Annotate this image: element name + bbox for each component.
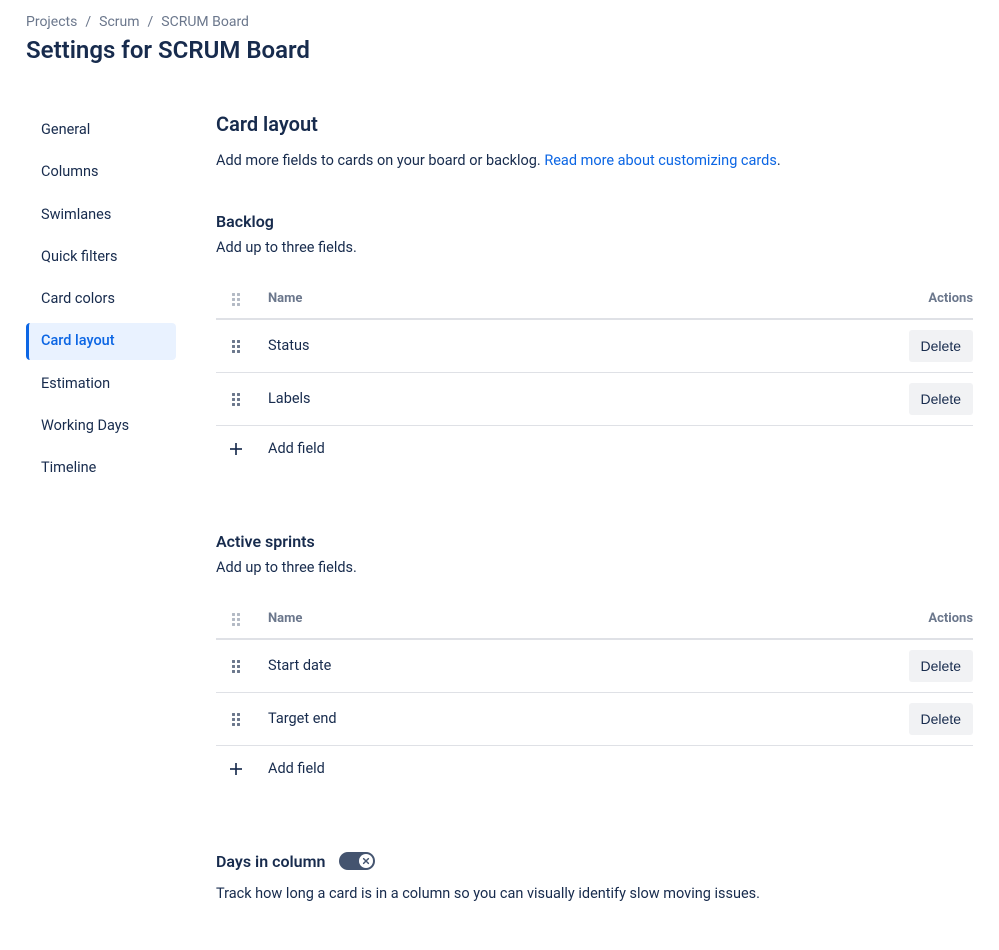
- sidebar-item-quick-filters[interactable]: Quick filters: [26, 239, 176, 275]
- intro-text-period: .: [777, 152, 781, 169]
- breadcrumb: Projects / Scrum / SCRUM Board: [26, 14, 973, 30]
- table-row: Status Delete: [216, 320, 973, 373]
- add-field-label: Add field: [256, 440, 325, 457]
- read-more-link[interactable]: Read more about customizing cards: [544, 152, 777, 169]
- section-heading-card-layout: Card layout: [216, 112, 973, 136]
- days-in-column-desc: Track how long a card is in a column so …: [216, 883, 973, 905]
- drag-handle-icon: [232, 713, 240, 725]
- active-sprints-desc: Add up to three fields.: [216, 559, 973, 576]
- breadcrumb-separator: /: [85, 14, 91, 30]
- sidebar-item-swimlanes[interactable]: Swimlanes: [26, 197, 176, 233]
- field-name: Labels: [256, 390, 883, 407]
- active-sprints-table: Name Actions Start date Delete: [216, 600, 973, 792]
- drag-handle-icon: [232, 393, 240, 405]
- toggle-knob-off-icon: [359, 854, 373, 868]
- delete-button[interactable]: Delete: [909, 330, 973, 362]
- field-name: Start date: [256, 657, 883, 674]
- backlog-section: Backlog Add up to three fields. Name Act…: [216, 212, 973, 472]
- delete-button[interactable]: Delete: [909, 383, 973, 415]
- active-sprints-section: Active sprints Add up to three fields. N…: [216, 532, 973, 792]
- breadcrumb-item-projects[interactable]: Projects: [26, 14, 77, 30]
- settings-sidebar: General Columns Swimlanes Quick filters …: [26, 112, 176, 905]
- sidebar-item-card-colors[interactable]: Card colors: [26, 281, 176, 317]
- field-name: Status: [256, 337, 883, 354]
- drag-handle[interactable]: [216, 393, 256, 405]
- field-name: Target end: [256, 710, 883, 727]
- drag-handle-header: [216, 613, 256, 625]
- intro-text: Add more fields to cards on your board o…: [216, 150, 973, 172]
- drag-handle[interactable]: [216, 340, 256, 352]
- breadcrumb-item-board[interactable]: SCRUM Board: [161, 14, 249, 30]
- sidebar-item-timeline[interactable]: Timeline: [26, 450, 176, 486]
- column-header-actions: Actions: [883, 291, 973, 306]
- breadcrumb-separator: /: [148, 14, 154, 30]
- backlog-heading: Backlog: [216, 212, 973, 231]
- drag-handle-icon: [232, 293, 240, 305]
- drag-handle-icon: [232, 660, 240, 672]
- active-sprints-heading: Active sprints: [216, 532, 973, 551]
- column-header-name: Name: [256, 291, 883, 306]
- drag-handle-icon: [232, 613, 240, 625]
- table-row: Labels Delete: [216, 373, 973, 426]
- plus-icon: [216, 760, 256, 778]
- sidebar-item-working-days[interactable]: Working Days: [26, 408, 176, 444]
- days-in-column-heading: Days in column: [216, 852, 325, 871]
- drag-handle[interactable]: [216, 713, 256, 725]
- table-header-row: Name Actions: [216, 280, 973, 320]
- column-header-actions: Actions: [883, 611, 973, 626]
- days-in-column-toggle[interactable]: [339, 852, 375, 870]
- table-row: Target end Delete: [216, 693, 973, 746]
- backlog-desc: Add up to three fields.: [216, 239, 973, 256]
- drag-handle[interactable]: [216, 660, 256, 672]
- plus-icon: [216, 440, 256, 458]
- delete-button[interactable]: Delete: [909, 703, 973, 735]
- sidebar-item-general[interactable]: General: [26, 112, 176, 148]
- column-header-name: Name: [256, 611, 883, 626]
- add-field-row[interactable]: Add field: [216, 746, 973, 792]
- intro-text-body: Add more fields to cards on your board o…: [216, 152, 544, 169]
- sidebar-item-estimation[interactable]: Estimation: [26, 366, 176, 402]
- drag-handle-icon: [232, 340, 240, 352]
- drag-handle-header: [216, 293, 256, 305]
- add-field-label: Add field: [256, 760, 325, 777]
- days-in-column-section: Days in column Track how long a card is …: [216, 852, 973, 905]
- table-row: Start date Delete: [216, 640, 973, 693]
- page-title: Settings for SCRUM Board: [26, 36, 973, 64]
- delete-button[interactable]: Delete: [909, 650, 973, 682]
- add-field-row[interactable]: Add field: [216, 426, 973, 472]
- sidebar-item-card-layout[interactable]: Card layout: [26, 323, 176, 359]
- table-header-row: Name Actions: [216, 600, 973, 640]
- main-content: Card layout Add more fields to cards on …: [216, 112, 973, 905]
- breadcrumb-item-scrum[interactable]: Scrum: [99, 14, 139, 30]
- backlog-table: Name Actions Status Delete Lab: [216, 280, 973, 472]
- sidebar-item-columns[interactable]: Columns: [26, 154, 176, 190]
